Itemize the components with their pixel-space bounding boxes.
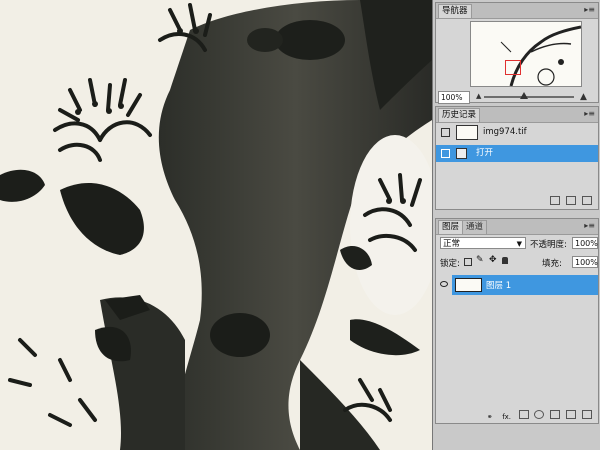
link-layers-icon[interactable]: ⚭ xyxy=(485,414,495,423)
history-footer-icons xyxy=(547,196,592,206)
zoom-out-icon[interactable]: ▲ xyxy=(476,92,481,100)
layers-tabbar: 图层 通道 ▸≡ xyxy=(436,219,598,235)
navigator-preview-image xyxy=(471,22,581,86)
adjustment-layer-icon[interactable] xyxy=(534,410,545,419)
fill-input[interactable]: 100% xyxy=(572,256,598,268)
tab-history[interactable]: 历史记录 xyxy=(438,108,481,122)
blend-mode-select[interactable]: 正常 ▼ xyxy=(440,237,526,249)
navigator-thumbnail[interactable] xyxy=(470,21,582,87)
tab-channels[interactable]: 通道 xyxy=(462,220,488,234)
ink-painting-image xyxy=(0,0,432,450)
add-mask-icon[interactable] xyxy=(518,410,529,419)
history-item-label: 打开 xyxy=(476,148,494,158)
lock-transparent-icon[interactable] xyxy=(464,258,472,266)
view-area-indicator[interactable] xyxy=(505,60,521,75)
layers-footer-icons: ⚭ fx. xyxy=(482,410,592,423)
lock-all-icon[interactable] xyxy=(502,257,508,264)
eye-icon[interactable] xyxy=(440,281,448,287)
history-source-icon[interactable] xyxy=(441,149,450,158)
opacity-input[interactable]: 100% xyxy=(572,237,598,249)
layer-row-selection: 图层 1 xyxy=(452,275,598,295)
lock-pixels-icon[interactable]: ✎ xyxy=(476,255,484,265)
panel-menu-icon[interactable]: ▸≡ xyxy=(584,109,595,118)
layer-row-1[interactable]: 图层 1 xyxy=(436,275,598,295)
new-document-from-state-icon[interactable] xyxy=(550,196,561,205)
delete-layer-icon[interactable] xyxy=(582,410,592,419)
navigator-panel: 导航器 ▸≡ 100% ▲ ▲ xyxy=(435,2,599,104)
chevron-down-icon: ▼ xyxy=(516,240,522,248)
blend-mode-value: 正常 xyxy=(443,239,461,249)
panel-menu-icon[interactable]: ▸≡ xyxy=(584,5,595,14)
opacity-label: 不透明度: xyxy=(530,240,567,250)
history-panel: 历史记录 ▸≡ img974.tif 打开 xyxy=(435,106,599,210)
zoom-in-icon[interactable]: ▲ xyxy=(580,92,587,102)
layers-panel: 图层 通道 ▸≡ 正常 ▼ 不透明度: 100% 锁定: ✎ ✥ 填充: 100… xyxy=(435,218,599,424)
panels-dock: 导航器 ▸≡ 100% ▲ ▲ 历史记录 ▸≡ img974.tif 打开 图层… xyxy=(432,0,600,450)
tab-navigator[interactable]: 导航器 xyxy=(438,4,472,18)
zoom-slider-handle[interactable] xyxy=(520,92,528,99)
layer-style-icon[interactable]: fx. xyxy=(501,414,513,423)
layer-name: 图层 1 xyxy=(486,281,512,291)
history-brush-icon[interactable] xyxy=(441,128,450,137)
delete-icon[interactable] xyxy=(582,196,592,205)
layer-thumbnail xyxy=(455,278,482,292)
snapshot-thumbnail xyxy=(456,125,478,140)
lock-position-icon[interactable]: ✥ xyxy=(489,255,497,265)
fill-label: 填充: xyxy=(542,259,562,269)
new-snapshot-icon[interactable] xyxy=(566,196,577,205)
snapshot-name: img974.tif xyxy=(483,127,527,137)
history-item-open[interactable]: 打开 xyxy=(436,145,598,162)
lock-label: 锁定: xyxy=(440,259,460,269)
history-tabbar: 历史记录 ▸≡ xyxy=(436,107,598,123)
new-layer-icon[interactable] xyxy=(566,410,577,419)
zoom-field[interactable]: 100% xyxy=(438,91,470,104)
zoom-slider[interactable] xyxy=(484,96,574,98)
history-step-icon xyxy=(456,148,467,159)
panel-menu-icon[interactable]: ▸≡ xyxy=(584,221,595,230)
history-snapshot-row[interactable]: img974.tif xyxy=(436,124,598,141)
new-group-icon[interactable] xyxy=(550,410,561,419)
tab-layers[interactable]: 图层 xyxy=(438,220,464,234)
navigator-tabbar: 导航器 ▸≡ xyxy=(436,3,598,19)
document-canvas[interactable] xyxy=(0,0,432,450)
